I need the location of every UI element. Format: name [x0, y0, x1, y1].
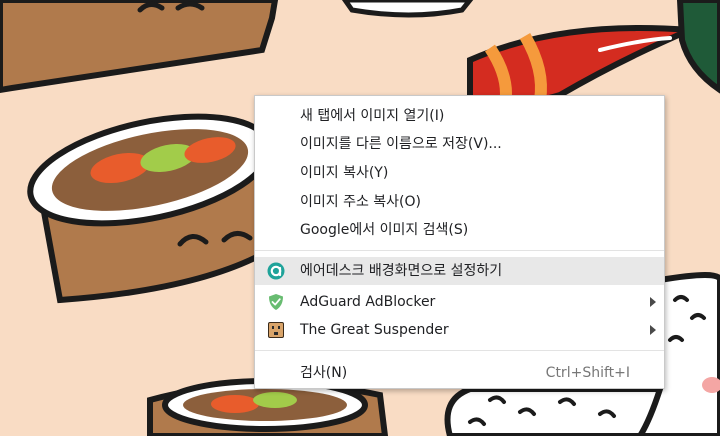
rice-ball-bottom — [444, 386, 665, 436]
menu-item-label: 이미지 주소 복사(O) — [300, 194, 422, 210]
submenu-arrow-icon — [650, 325, 656, 335]
great-suspender-icon — [268, 322, 284, 338]
menu-item-search-google-image[interactable]: Google에서 이미지 검색(S) — [255, 216, 664, 244]
green-roll-top-right — [676, 0, 720, 94]
menu-item-label: The Great Suspender — [300, 322, 449, 338]
sushi-roll-top-left — [0, 0, 279, 94]
menu-item-label: 에어데스크 배경화면으로 설정하기 — [300, 263, 503, 279]
menu-item-label: AdGuard AdBlocker — [300, 294, 436, 310]
shrimp — [467, 25, 692, 107]
menu-item-copy-image-address[interactable]: 이미지 주소 복사(O) — [255, 188, 664, 216]
sushi-roll-center — [27, 113, 273, 304]
menu-item-great-suspender[interactable]: The Great Suspender — [255, 316, 664, 344]
menu-item-label: 새 탭에서 이미지 열기(I) — [300, 108, 445, 124]
context-menu: 새 탭에서 이미지 열기(I) 이미지를 다른 이름으로 저장(V)... 이미… — [254, 95, 665, 389]
menu-item-label: 이미지 복사(Y) — [300, 165, 389, 181]
menu-item-label: 이미지를 다른 이름으로 저장(V)... — [300, 136, 502, 152]
airdesk-icon — [267, 262, 285, 280]
menu-item-copy-image[interactable]: 이미지 복사(Y) — [255, 159, 664, 187]
menu-item-save-image-as[interactable]: 이미지를 다른 이름으로 저장(V)... — [255, 130, 664, 158]
menu-item-label: Google에서 이미지 검색(S) — [300, 222, 469, 238]
menu-item-adguard[interactable]: AdGuard AdBlocker — [255, 288, 664, 316]
menu-item-label: 검사(N) — [300, 365, 348, 381]
menu-item-open-image-new-tab[interactable]: 새 탭에서 이미지 열기(I) — [255, 102, 664, 130]
menu-item-airdesk-set-wallpaper[interactable]: 에어데스크 배경화면으로 설정하기 — [255, 257, 664, 285]
submenu-arrow-icon — [650, 297, 656, 307]
menu-item-shortcut: Ctrl+Shift+I — [545, 365, 630, 381]
white-roll-top — [341, 0, 474, 18]
menu-separator — [255, 250, 664, 251]
menu-separator — [255, 350, 664, 351]
sushi-roll-bottom — [147, 378, 389, 436]
adguard-shield-icon — [269, 294, 283, 310]
menu-item-inspect[interactable]: 검사(N) Ctrl+Shift+I — [255, 359, 664, 387]
